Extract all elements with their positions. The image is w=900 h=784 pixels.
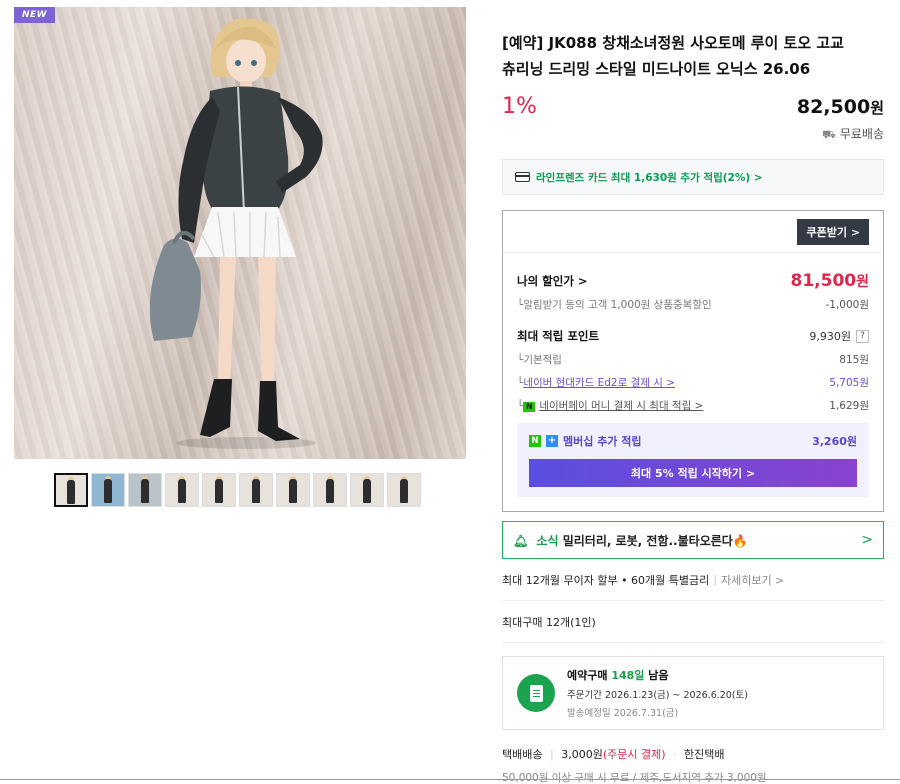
installment-more-link[interactable]: 자세히보기 >: [721, 572, 784, 588]
max-points-row: 최대 적립 포인트 9,930원?: [517, 328, 869, 344]
my-price-unit: 원: [856, 274, 869, 290]
card-promo-text: 라인프렌즈 카드 최대 1,630원 추가 적립(2%) >: [536, 171, 763, 184]
help-icon[interactable]: ?: [856, 329, 869, 343]
basic-points-row: └기본적립 815원: [517, 354, 869, 366]
reservation-suffix: 남음: [648, 669, 669, 682]
membership-box: N + 멤버십 추가 적립 3,260원 최대 5% 적립 시작하기 >: [517, 423, 869, 497]
delivery-carrier: 한진택배: [684, 748, 725, 761]
coupon-row: 쿠폰받기 >: [503, 211, 883, 253]
benefit-box: 쿠폰받기 > 나의 할인가 > 81,500원 └알림받기 동의 고객 1,00…: [502, 210, 884, 512]
thumbnail-strip: [14, 473, 466, 507]
delivery-note: 50,000원 이상 구매 시 무료 / 제주,도서지역 추가 3,000원: [502, 772, 767, 784]
ship-date-value: 2026.7.31(금): [613, 708, 679, 719]
price-row: 1% 82,500원: [502, 94, 884, 119]
thumbnail[interactable]: [387, 473, 421, 507]
reservation-box: 예약구매 148일 남음 주문기간 2026.1.23(금) ~ 2026.6.…: [502, 656, 884, 730]
npay-points-row: └ N 네이버페이 머니 결제 시 최대 적립 > 1,629원: [517, 400, 869, 412]
order-period: 주문기간 2026.1.23(금) ~ 2026.6.20(토): [567, 687, 748, 701]
alert-discount-value: -1,000원: [825, 299, 869, 311]
thumbnail[interactable]: [91, 473, 125, 507]
price-currency: 원: [870, 99, 884, 117]
thumbnail[interactable]: [239, 473, 273, 507]
ship-date: 발송예정일 2026.7.31(금): [567, 705, 748, 719]
basic-points-value: 815원: [839, 354, 869, 366]
coupon-button[interactable]: 쿠폰받기 >: [797, 218, 869, 245]
product-title: [예약] JK088 창채소녀정원 사오토메 루이 토오 고교 츄리닝 드리밍 …: [502, 34, 844, 78]
price-value: 82,500: [796, 96, 871, 118]
thumbnail[interactable]: [54, 473, 88, 507]
order-period-value: 2026.1.23(금) ~ 2026.6.20(토): [605, 690, 749, 701]
clipboard-icon: [517, 674, 555, 712]
plus-icon: +: [546, 435, 558, 447]
thumbnail[interactable]: [350, 473, 384, 507]
delivery-fee-note: (주문시 결제): [602, 748, 666, 761]
naver-n-icon: N: [529, 435, 541, 447]
product-price: 82,500원: [797, 96, 884, 118]
max-purchase-row: 최대구매 12개(1인): [502, 601, 884, 643]
thumbnail[interactable]: [276, 473, 310, 507]
alert-discount-label: 알림받기 동의 고객 1,000원 상품중복할인: [523, 299, 712, 311]
basic-points-label: 기본적립: [523, 354, 562, 366]
thumbnail[interactable]: [202, 473, 236, 507]
figure-illustration: [149, 18, 323, 449]
discount-rate: 1%: [502, 94, 537, 119]
divider: [0, 779, 900, 780]
max-points-value: 9,930원: [809, 330, 851, 343]
my-price-label[interactable]: 나의 할인가 >: [517, 273, 588, 289]
card-promo-banner[interactable]: 라인프렌즈 카드 최대 1,630원 추가 적립(2%) >: [502, 159, 884, 195]
my-price-value: 81,500: [790, 271, 857, 291]
npay-points-value: 1,629원: [829, 400, 869, 412]
membership-start-button[interactable]: 최대 5% 적립 시작하기 >: [529, 459, 857, 487]
main-product-image[interactable]: NEW: [14, 7, 466, 459]
product-info: [예약] JK088 창채소녀정원 사오토메 루이 토오 고교 츄리닝 드리밍 …: [502, 30, 884, 784]
npay-icon: N: [523, 402, 536, 412]
ship-date-label: 발송예정일: [567, 708, 611, 719]
alert-discount-row: └알림받기 동의 고객 1,000원 상품중복할인 -1,000원: [517, 299, 869, 311]
my-price: 81,500원: [791, 271, 870, 291]
my-price-row: 나의 할인가 > 81,500원: [517, 271, 869, 291]
order-period-label: 주문기간: [567, 690, 602, 701]
installment-text: 최대 12개월 무이자 할부 • 60개월 특별금리: [502, 573, 710, 587]
credit-card-icon: [515, 172, 530, 182]
membership-label: 멤버십 추가 적립: [563, 435, 642, 448]
card-points-value: 5,705원: [829, 377, 869, 389]
npay-points-link[interactable]: 네이버페이 머니 결제 시 최대 적립 >: [539, 400, 703, 412]
chevron-right-icon: >: [861, 532, 873, 548]
reservation-days: 148일: [611, 669, 645, 682]
news-banner[interactable]: 🔔︎ 소식 밀리터리, 로봇, 전함..불타오른다🔥 >: [502, 521, 884, 559]
max-points-label: 최대 적립 포인트: [517, 329, 600, 343]
reservation-prefix: 예약구매: [567, 669, 608, 682]
benefit-details: 나의 할인가 > 81,500원 └알림받기 동의 고객 1,000원 상품중복…: [503, 253, 883, 511]
delivery-type: 택배배송: [502, 748, 543, 761]
shipping-badge: ⛟ 무료배송: [502, 125, 884, 143]
new-badge: NEW: [14, 7, 56, 23]
thumbnail[interactable]: [165, 473, 199, 507]
bell-icon: 🔔︎: [513, 533, 529, 548]
delivery-info: 택배배송 | 3,000원(주문시 결제) · 한진택배: [502, 748, 725, 761]
truck-icon: ⛟: [822, 128, 836, 141]
delivery-fee: 3,000원: [561, 748, 603, 761]
news-prefix: 소식: [536, 533, 559, 548]
shipping-label: 무료배송: [839, 127, 884, 141]
thumbnail[interactable]: [128, 473, 162, 507]
product-gallery: NEW: [14, 7, 466, 507]
max-purchase-text: 최대구매 12개(1인): [502, 615, 596, 629]
reservation-title: 예약구매 148일 남음: [567, 667, 748, 683]
membership-value: 3,260원: [812, 435, 857, 448]
card-points-row: └네이버 현대카드 Ed2로 결제 시 > 5,705원: [517, 377, 869, 389]
news-text: 밀리터리, 로봇, 전함..불타오른다🔥: [562, 533, 748, 548]
thumbnail[interactable]: [313, 473, 347, 507]
membership-row: N + 멤버십 추가 적립 3,260원: [529, 433, 857, 449]
installment-row: 최대 12개월 무이자 할부 • 60개월 특별금리 | 자세히보기 >: [502, 559, 884, 601]
card-points-link[interactable]: 네이버 현대카드 Ed2로 결제 시 >: [523, 377, 675, 389]
